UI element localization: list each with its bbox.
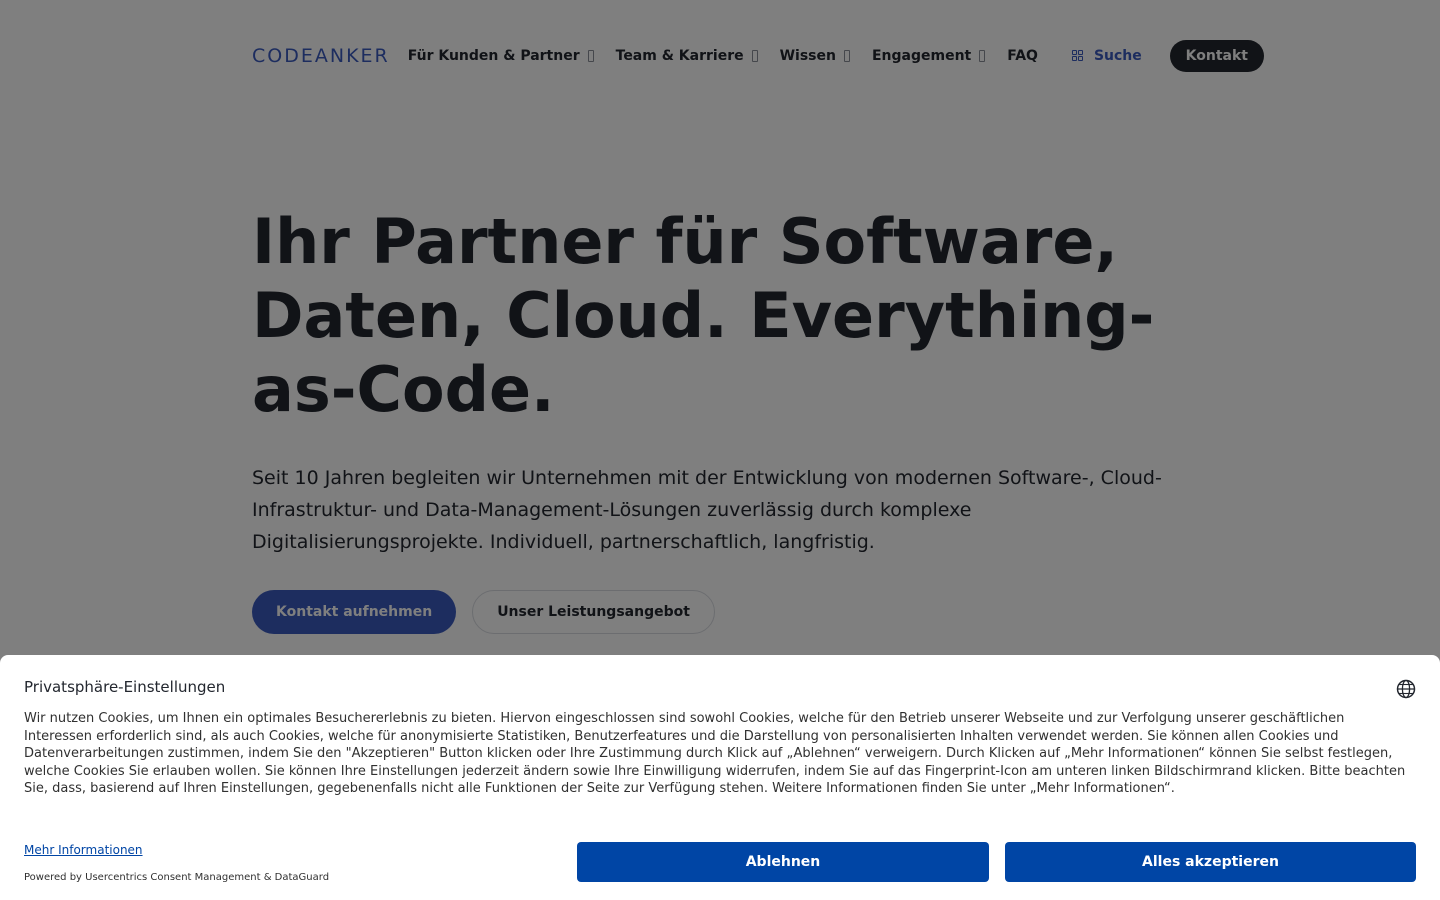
consent-text: Wir nutzen Cookies, um Ihnen ein optimal… [24, 711, 1406, 796]
powered-by-text: Powered by Usercentrics Consent Manageme… [24, 872, 330, 883]
accept-all-button[interactable]: Alles akzeptieren [1005, 842, 1416, 882]
consent-title: Privatsphäre-Einstellungen [24, 678, 226, 696]
globe-icon[interactable] [1396, 679, 1416, 699]
more-info-link[interactable]: Mehr Informationen [24, 843, 143, 857]
decline-button[interactable]: Ablehnen [577, 842, 989, 882]
